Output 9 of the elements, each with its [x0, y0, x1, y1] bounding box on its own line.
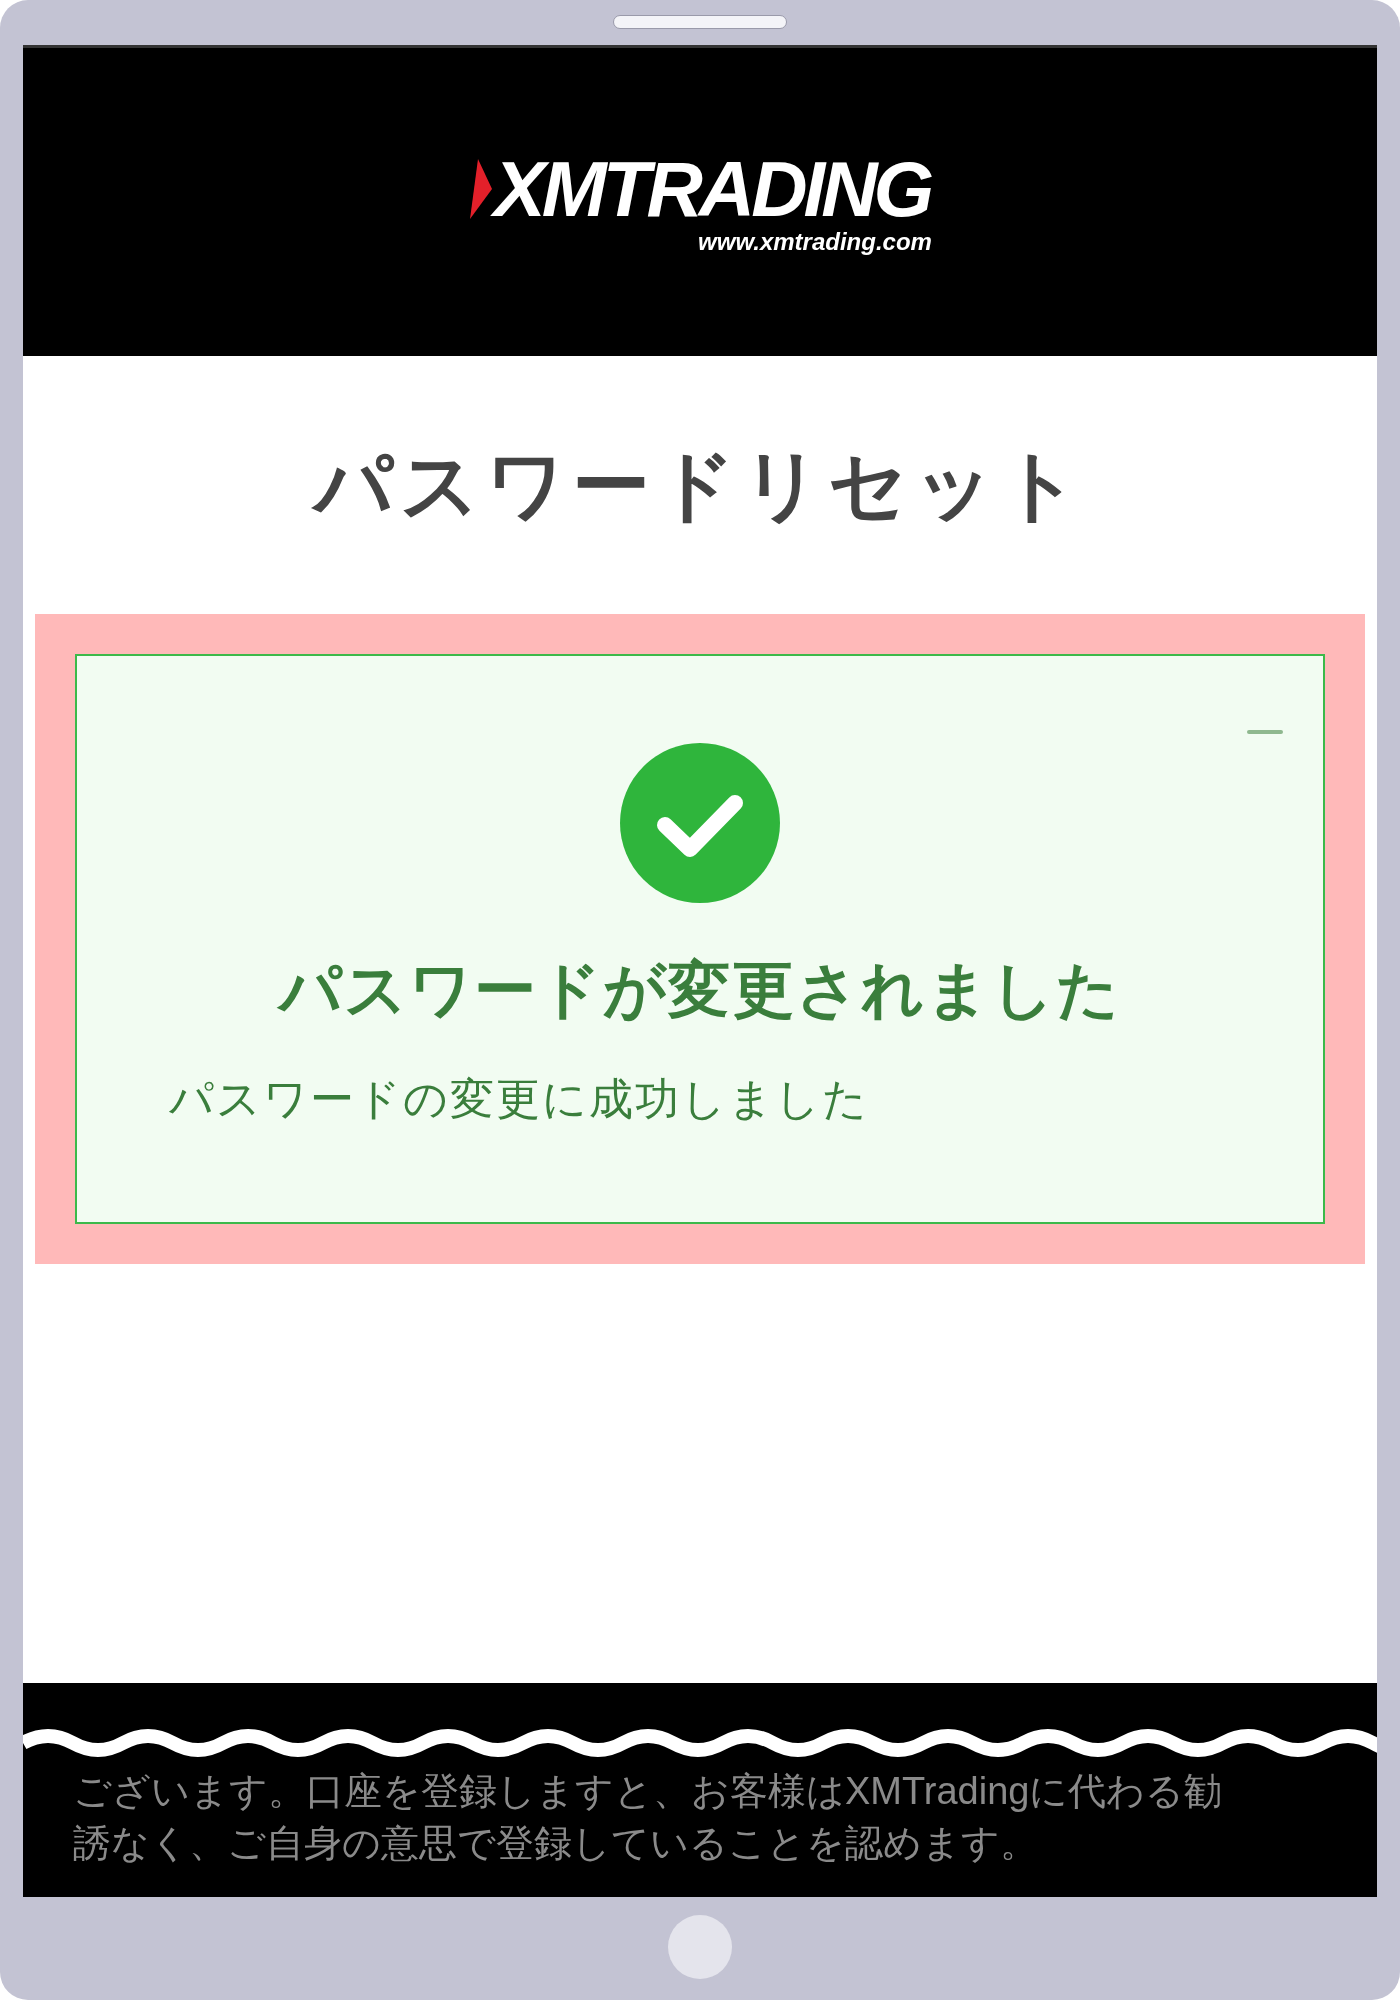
alert-heading: パスワードが変更されました	[279, 954, 1121, 1026]
alert-message: パスワードの変更に成功しました	[169, 1073, 869, 1125]
disclaimer-text: ございます。口座を登録しますと、お客様はXMTradingに代わる勧	[73, 1769, 1224, 1814]
minus-icon	[1247, 729, 1283, 735]
logo-mark-icon	[469, 159, 492, 219]
website-url: www.xmtrading.com	[698, 230, 932, 254]
disclaimer-text: 誘なく、ご自身の意思で登録していることを認めます。	[73, 1821, 1039, 1866]
speaker-icon	[613, 15, 787, 29]
check-circle-icon	[620, 743, 780, 903]
